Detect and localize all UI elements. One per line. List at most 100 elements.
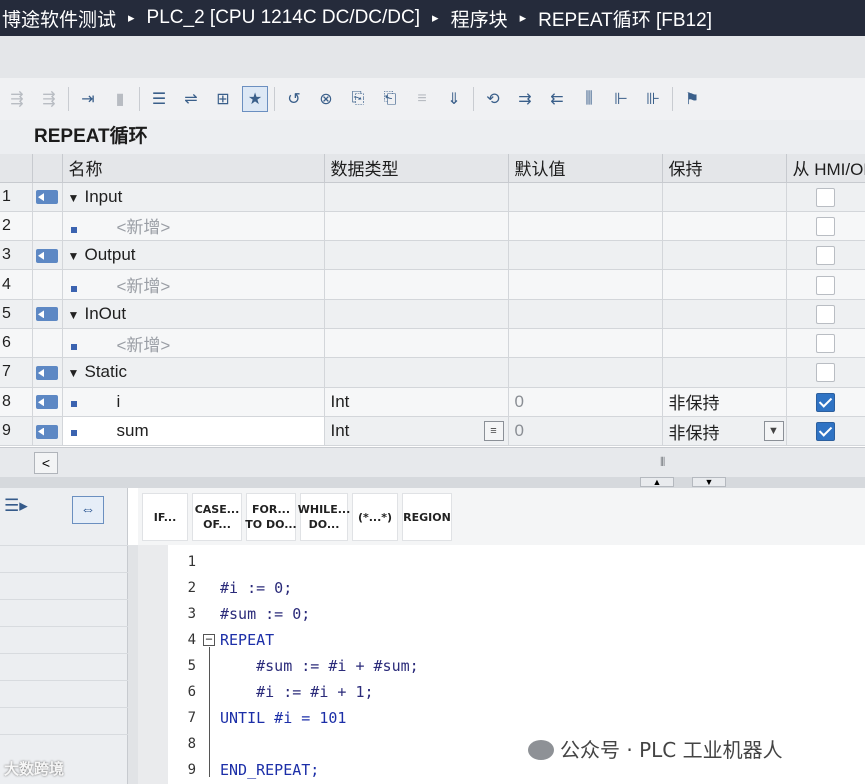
- table-row-selected[interactable]: 9 sum Int ≡ 0 非保持 ▼: [0, 416, 865, 447]
- monitoring-on-icon[interactable]: ⚑: [679, 86, 705, 112]
- scl-for-button[interactable]: FOR... TO DO...: [245, 493, 297, 541]
- name-cell[interactable]: <新增>: [62, 269, 325, 300]
- retain-cell[interactable]: 非保持 ▼: [662, 416, 787, 447]
- name-cell[interactable]: ▼ Input: [62, 182, 325, 212]
- collapse-up-icon[interactable]: ▲: [640, 477, 674, 487]
- collapse-arrow-icon[interactable]: ▼: [63, 191, 85, 205]
- hmi-checkbox[interactable]: [816, 334, 835, 354]
- scroll-left-icon[interactable]: <: [34, 452, 58, 474]
- name-cell-editing[interactable]: sum: [62, 416, 325, 447]
- retain-cell[interactable]: [662, 328, 787, 359]
- collapse-arrow-icon[interactable]: ▼: [63, 249, 85, 263]
- insert-network-icon[interactable]: ⇶: [4, 86, 30, 112]
- clear-error-icon[interactable]: ⊗: [313, 86, 339, 112]
- hmi-cell[interactable]: [786, 211, 865, 242]
- column-header-hmi[interactable]: 从 HMI/OPC: [786, 154, 865, 183]
- variable-name[interactable]: i: [117, 392, 121, 411]
- code-line[interactable]: #i := #i + 1;: [220, 683, 373, 701]
- hmi-checkbox[interactable]: [816, 216, 835, 236]
- delete-network-icon[interactable]: ⇶: [36, 86, 62, 112]
- datatype-cell[interactable]: [324, 299, 509, 329]
- column-header-name[interactable]: 名称: [62, 154, 325, 183]
- default-cell[interactable]: 0: [508, 416, 663, 447]
- hmi-cell[interactable]: [786, 269, 865, 300]
- breadcrumb-item-project[interactable]: 博途软件测试: [2, 5, 116, 32]
- name-cell[interactable]: i: [62, 387, 325, 417]
- hmi-cell[interactable]: [786, 240, 865, 271]
- sync-view-icon[interactable]: ⇔: [72, 496, 104, 524]
- network-list-icon[interactable]: ☰▸: [4, 496, 28, 516]
- table-row[interactable]: 5 ▼ InOut: [0, 299, 865, 329]
- datatype-cell[interactable]: [324, 182, 509, 212]
- interface-toggle-icon[interactable]: ▮: [107, 86, 133, 112]
- comment-icon[interactable]: ≡: [409, 86, 435, 112]
- default-cell[interactable]: [508, 182, 663, 212]
- table-row[interactable]: 7 ▼ Static: [0, 357, 865, 388]
- expand-down-icon[interactable]: ▼: [692, 477, 726, 487]
- scl-region-button[interactable]: REGION: [402, 493, 452, 541]
- variable-name[interactable]: sum: [117, 421, 149, 440]
- default-cell[interactable]: [508, 299, 663, 329]
- default-cell[interactable]: [508, 357, 663, 388]
- download-icon[interactable]: ⇓: [441, 86, 467, 112]
- breadcrumb-item-program-blocks[interactable]: 程序块: [451, 5, 508, 32]
- retain-cell[interactable]: [662, 182, 787, 212]
- scroll-grip-icon[interactable]: ⦀: [660, 455, 665, 470]
- datatype-cell[interactable]: [324, 269, 509, 300]
- code-line[interactable]: #sum := #i + #sum;: [220, 657, 419, 675]
- default-cell[interactable]: [508, 328, 663, 359]
- code-breakpoint-gutter[interactable]: [138, 545, 168, 784]
- default-cell[interactable]: [508, 269, 663, 300]
- collapse-arrow-icon[interactable]: ▼: [63, 366, 85, 380]
- column-header-default[interactable]: 默认值: [508, 154, 663, 183]
- table-row[interactable]: 3 ▼ Output: [0, 240, 865, 271]
- hmi-checkbox[interactable]: [816, 246, 835, 266]
- table-row[interactable]: 6 <新增>: [0, 328, 865, 359]
- code-line[interactable]: UNTIL #i = 101: [220, 709, 346, 727]
- name-cell[interactable]: <新增>: [62, 328, 325, 359]
- go-to-error-icon[interactable]: ↺: [281, 86, 307, 112]
- default-cell[interactable]: [508, 211, 663, 242]
- table-row[interactable]: 8 i Int 0 非保持: [0, 387, 865, 417]
- code-line[interactable]: #sum := 0;: [220, 605, 310, 623]
- favorites-icon[interactable]: ★: [242, 86, 268, 112]
- call-template-icon[interactable]: ⎗: [377, 86, 403, 112]
- hmi-checkbox-checked[interactable]: [816, 422, 835, 442]
- scl-if-button[interactable]: IF...: [142, 493, 188, 541]
- horizontal-scrollbar[interactable]: < ⦀: [0, 447, 865, 477]
- compare-icon[interactable]: ⇌: [178, 86, 204, 112]
- retain-cell[interactable]: [662, 240, 787, 271]
- name-cell[interactable]: ▼ Static: [62, 357, 325, 388]
- retain-cell[interactable]: [662, 357, 787, 388]
- table-row[interactable]: 2 <新增>: [0, 211, 865, 242]
- hmi-cell[interactable]: [786, 328, 865, 359]
- monitor-icon[interactable]: ⊞: [210, 86, 236, 112]
- retain-dropdown-icon[interactable]: ▼: [763, 420, 784, 441]
- type-browse-icon[interactable]: ≡: [483, 420, 504, 441]
- retain-cell[interactable]: 非保持: [662, 387, 787, 417]
- retain-cell[interactable]: [662, 299, 787, 329]
- name-cell[interactable]: ▼ Output: [62, 240, 325, 271]
- insert-call-icon[interactable]: ⎘: [345, 86, 371, 112]
- export-icon[interactable]: ⇥: [75, 86, 101, 112]
- list-view-icon[interactable]: ☰: [146, 86, 172, 112]
- breadcrumb-item-block[interactable]: REPEAT循环 [FB12]: [538, 5, 712, 32]
- datatype-cell[interactable]: [324, 240, 509, 271]
- code-line[interactable]: #i := 0;: [220, 579, 292, 597]
- hmi-checkbox-checked[interactable]: [816, 392, 835, 412]
- hmi-checkbox[interactable]: [816, 304, 835, 324]
- breadcrumb-item-plc[interactable]: PLC_2 [CPU 1214C DC/DC/DC]: [147, 7, 420, 29]
- table-row[interactable]: 4 <新增>: [0, 269, 865, 300]
- scl-comment-button[interactable]: (*...*): [352, 493, 398, 541]
- column-header-datatype[interactable]: 数据类型: [324, 154, 509, 183]
- code-line[interactable]: REPEAT: [220, 631, 274, 649]
- name-cell[interactable]: ▼ InOut: [62, 299, 325, 329]
- outdent-icon[interactable]: ⇇: [544, 86, 570, 112]
- retain-cell[interactable]: [662, 269, 787, 300]
- indent-icon[interactable]: ⇉: [512, 86, 538, 112]
- previous-bookmark-icon[interactable]: ⊪: [640, 86, 666, 112]
- default-cell[interactable]: [508, 240, 663, 271]
- add-new-placeholder[interactable]: <新增>: [117, 336, 171, 355]
- code-line[interactable]: END_REPEAT;: [220, 761, 319, 779]
- add-new-placeholder[interactable]: <新增>: [117, 218, 171, 237]
